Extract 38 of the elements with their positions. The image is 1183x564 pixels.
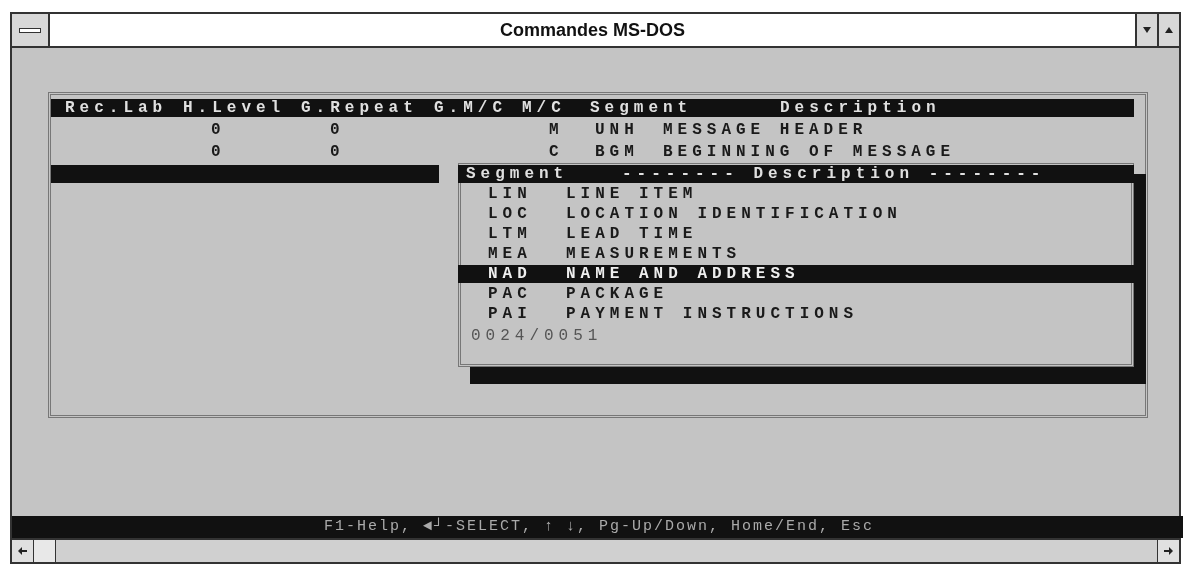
column-header: -------- Description -------- — [622, 164, 1046, 185]
scroll-left-button[interactable] — [12, 540, 34, 562]
segment-list-item[interactable]: MEA MEASUREMENTS — [458, 245, 1134, 263]
table-cell-text: M — [549, 120, 565, 141]
table-cell-text: C — [549, 142, 565, 163]
segment-list-item[interactable]: PAC PACKAGE — [458, 285, 1134, 303]
up-triangle-icon — [1165, 27, 1173, 33]
table-cell-text: 0 — [330, 120, 346, 141]
system-menu-button[interactable] — [12, 14, 50, 46]
segment-list-item[interactable]: LOC LOCATION IDENTIFICATION — [458, 205, 1134, 223]
left-arrow-icon — [18, 547, 27, 555]
minimize-button[interactable] — [1135, 14, 1157, 46]
column-header: Segment — [590, 98, 694, 119]
column-header: Segment — [466, 164, 570, 185]
column-header: H.Level — [183, 98, 287, 119]
right-arrow-icon — [1164, 547, 1173, 555]
table-cell-text: MESSAGE HEADER — [663, 120, 868, 141]
table-cell-text: BGM — [595, 142, 640, 163]
segment-list-item[interactable]: LIN LINE ITEM — [458, 185, 1134, 203]
scroll-right-button[interactable] — [1157, 540, 1179, 562]
table-cell-text: 0 — [211, 142, 227, 163]
window-title: Commandes MS-DOS — [499, 19, 686, 42]
column-header: Rec.Lab — [65, 98, 169, 119]
segment-list-item[interactable]: PAI PAYMENT INSTRUCTIONS — [458, 305, 1134, 323]
maximize-button[interactable] — [1157, 14, 1179, 46]
status-text: F1-Help, ◄┘-SELECT, ↑ ↓, Pg-Up/Down, Home/End, Esc — [323, 516, 875, 537]
table-cell-text: 0 — [211, 120, 227, 141]
column-header: Description — [780, 98, 942, 119]
segment-list-item[interactable]: NAD NAME AND ADDRESS — [458, 265, 1134, 283]
column-header: G.Repeat — [301, 98, 419, 119]
table-cell-text: UNH — [595, 120, 640, 141]
column-header: M/C — [522, 98, 567, 119]
segment-list-item[interactable]: LTM LEAD TIME — [458, 225, 1134, 243]
scroll-thumb[interactable] — [34, 540, 56, 562]
table-cell-text: 0 — [330, 142, 346, 163]
down-triangle-icon — [1143, 27, 1151, 33]
table-cell-text: BEGINNING OF MESSAGE — [663, 142, 956, 163]
column-header: G.M/C — [434, 98, 508, 119]
